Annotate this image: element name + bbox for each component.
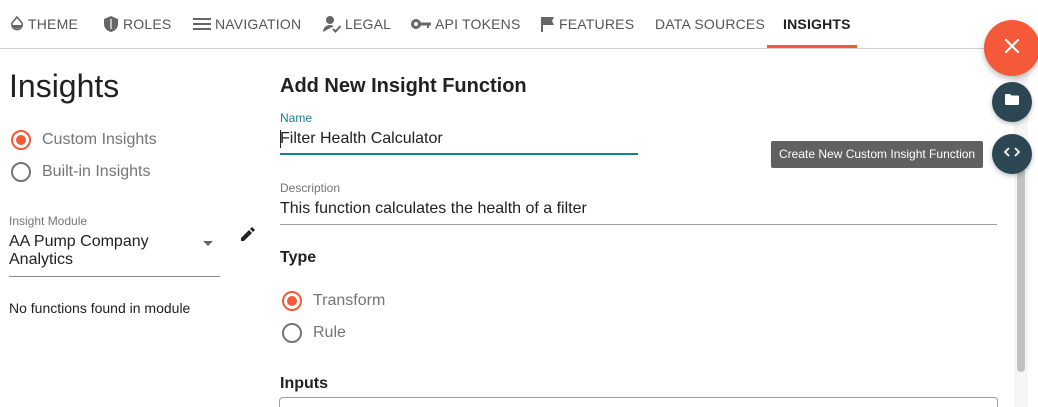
tab-features[interactable]: FEATURES <box>540 0 634 48</box>
tab-label: API TOKENS <box>435 16 521 32</box>
tab-bar: THEME ROLES NAVIGATION LEGAL API TOKENS <box>0 0 1038 49</box>
insight-module-select[interactable]: AA Pump Company Analytics <box>9 232 220 277</box>
tab-label: ROLES <box>123 16 172 32</box>
radio-label: Built-in Insights <box>42 163 151 180</box>
tab-theme[interactable]: THEME <box>9 0 78 48</box>
radio-checked-icon <box>11 130 31 150</box>
text-cursor <box>280 130 281 148</box>
radio-unchecked-icon <box>282 323 302 343</box>
radio-unchecked-icon <box>11 162 31 182</box>
scrollbar-thumb[interactable] <box>1017 168 1025 372</box>
description-field-label: Description <box>280 181 341 195</box>
radio-label: Transform <box>313 292 386 309</box>
name-input[interactable] <box>280 128 638 155</box>
shield-icon <box>102 15 120 33</box>
radio-type-rule[interactable]: Rule <box>282 323 346 343</box>
empty-functions-message: No functions found in module <box>9 300 191 316</box>
close-fab-button[interactable] <box>984 20 1038 76</box>
theme-drop-icon <box>9 16 25 32</box>
menu-icon <box>192 17 212 31</box>
admin-insights-page: THEME ROLES NAVIGATION LEGAL API TOKENS <box>0 0 1038 407</box>
form-title: Add New Insight Function <box>280 75 527 97</box>
radio-custom-insights[interactable]: Custom Insights <box>11 130 157 150</box>
radio-label: Custom Insights <box>42 131 157 148</box>
user-check-icon <box>322 15 342 33</box>
flag-icon <box>540 16 556 32</box>
tab-label: FEATURES <box>559 16 635 32</box>
tab-label: THEME <box>28 16 78 32</box>
radio-built-in-insights[interactable]: Built-in Insights <box>11 162 151 182</box>
open-folder-button[interactable] <box>992 82 1032 122</box>
tab-label: LEGAL <box>345 16 392 32</box>
key-icon <box>410 17 432 31</box>
tab-roles[interactable]: ROLES <box>102 0 171 48</box>
code-icon <box>1003 145 1021 163</box>
inputs-table[interactable] <box>279 397 998 407</box>
create-custom-function-button[interactable] <box>992 134 1032 174</box>
tab-label: INSIGHTS <box>783 16 851 32</box>
active-tab-indicator <box>767 45 857 48</box>
page-title: Insights <box>9 68 120 104</box>
pencil-icon[interactable] <box>240 227 255 247</box>
radio-label: Rule <box>313 324 346 341</box>
tab-legal[interactable]: LEGAL <box>322 0 391 48</box>
folder-icon <box>1004 93 1020 111</box>
tab-label: NAVIGATION <box>215 16 302 32</box>
radio-type-transform[interactable]: Transform <box>282 291 385 311</box>
tab-label: DATA SOURCES <box>655 16 766 32</box>
type-heading: Type <box>280 249 317 266</box>
tab-data-sources[interactable]: DATA SOURCES <box>655 0 765 48</box>
insight-module-label: Insight Module <box>9 214 88 228</box>
insight-module-value: AA Pump Company Analytics <box>9 233 149 268</box>
radio-checked-icon <box>282 291 302 311</box>
name-field-label: Name <box>280 111 313 125</box>
fab-tooltip: Create New Custom Insight Function <box>771 141 984 168</box>
inputs-heading: Inputs <box>280 375 328 392</box>
tab-insights[interactable]: INSIGHTS <box>783 0 851 48</box>
close-icon <box>1004 38 1020 59</box>
chevron-down-icon <box>203 241 213 246</box>
description-input[interactable] <box>280 198 997 225</box>
tab-api-tokens[interactable]: API TOKENS <box>410 0 521 48</box>
tab-navigation[interactable]: NAVIGATION <box>192 0 301 48</box>
